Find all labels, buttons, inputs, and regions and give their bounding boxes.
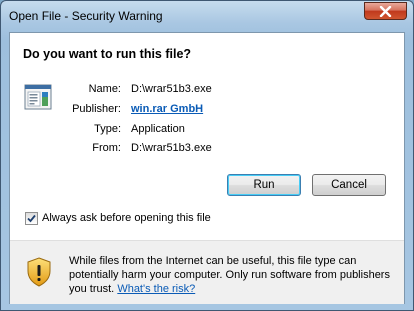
- warning-message: While files from the Internet can be use…: [69, 254, 390, 296]
- whats-the-risk-link[interactable]: What's the risk?: [117, 283, 195, 295]
- close-button[interactable]: [364, 2, 407, 20]
- name-value: D:\wrar51b3.exe: [131, 83, 212, 95]
- warning-line-3-text: you trust.: [69, 283, 115, 295]
- type-value: Application: [131, 123, 185, 135]
- warning-footer: While files from the Internet can be use…: [10, 240, 404, 304]
- cancel-button[interactable]: Cancel: [312, 174, 386, 196]
- window-title: Open File - Security Warning: [9, 9, 163, 23]
- dialog-body: Do you want to run this file? Name: D:\w…: [9, 32, 405, 304]
- close-icon: [379, 6, 392, 17]
- warning-line-1: While files from the Internet can be use…: [69, 255, 357, 267]
- always-ask-label[interactable]: Always ask before opening this file: [42, 212, 211, 224]
- security-warning-window: Open File - Security Warning Do you want…: [0, 0, 414, 311]
- from-label: From:: [92, 142, 121, 154]
- run-button[interactable]: Run: [227, 174, 301, 196]
- dialog-heading: Do you want to run this file?: [23, 47, 192, 61]
- from-value: D:\wrar51b3.exe: [131, 142, 212, 154]
- type-label: Type:: [94, 123, 121, 135]
- publisher-label: Publisher:: [72, 103, 121, 115]
- always-ask-checkbox[interactable]: [25, 212, 38, 225]
- warning-line-2: potentially harm your computer. Only run…: [69, 269, 390, 281]
- warning-line-3: you trust. What's the risk?: [69, 282, 389, 296]
- checkmark-icon: [27, 214, 36, 223]
- title-bar[interactable]: Open File - Security Warning: [1, 1, 413, 31]
- publisher-link[interactable]: win.rar GmbH: [131, 103, 203, 115]
- name-label: Name:: [88, 83, 121, 95]
- warning-shield-icon: [26, 257, 52, 290]
